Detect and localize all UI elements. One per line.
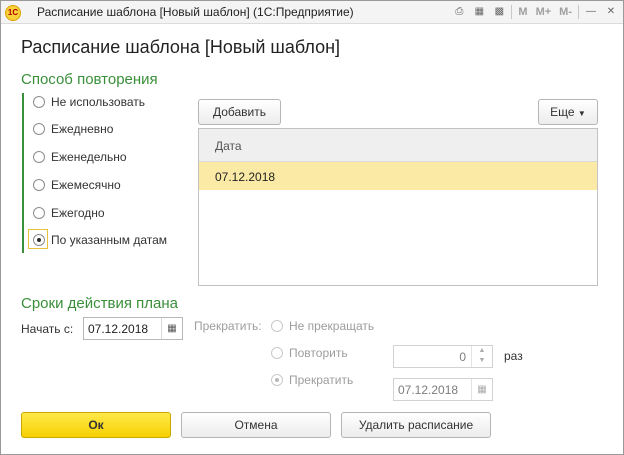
- cancel-button[interactable]: Отмена: [181, 412, 331, 438]
- calendar-icon[interactable]: ▩: [491, 4, 507, 20]
- start-date-value: 07.12.2018: [88, 322, 149, 336]
- calculator-icon[interactable]: ▦: [471, 4, 487, 20]
- radio-icon: [271, 320, 283, 332]
- calendar-icon[interactable]: ▦: [161, 318, 182, 339]
- toolbar-separator: [578, 5, 579, 19]
- radio-icon: [33, 151, 45, 163]
- repeat-option-specified-dates[interactable]: По указанным датам: [33, 233, 167, 247]
- radio-icon: [271, 347, 283, 359]
- radio-icon: [33, 96, 45, 108]
- dates-table[interactable]: Дата 07.12.2018: [198, 128, 598, 286]
- start-label: Начать с:: [21, 322, 74, 336]
- repeat-option-monthly[interactable]: Ежемесячно: [33, 178, 121, 192]
- add-date-button[interactable]: Добавить: [198, 99, 281, 125]
- radio-checked-icon: [271, 374, 283, 386]
- repeat-option-yearly[interactable]: Ежегодно: [33, 206, 105, 220]
- repeat-option-label: Ежедневно: [51, 122, 114, 136]
- repeat-option-label: Ежегодно: [51, 206, 105, 220]
- print-icon[interactable]: ⎙: [451, 4, 467, 20]
- more-button-label: Еще: [550, 105, 575, 119]
- repeat-option-label: По указанным датам: [51, 233, 168, 247]
- dialog-window: 1С Расписание шаблона [Новый шаблон] (1С…: [0, 0, 624, 455]
- stop-date-value: 07.12.2018: [398, 383, 459, 397]
- stepper-up-icon[interactable]: ▲: [472, 346, 492, 356]
- stop-label: Прекратить:: [194, 319, 262, 333]
- column-header-date[interactable]: Дата: [215, 139, 242, 153]
- stepper-down-icon[interactable]: ▼: [472, 356, 492, 366]
- repeat-count-value: 0: [459, 350, 466, 364]
- repeat-option-none[interactable]: Не использовать: [33, 95, 145, 109]
- stop-option-never[interactable]: Не прекращать: [271, 319, 374, 333]
- memory-button[interactable]: M: [516, 4, 529, 20]
- start-date-field[interactable]: 07.12.2018 ▦: [83, 317, 183, 340]
- stop-option-label: Повторить: [289, 346, 348, 360]
- repeat-option-daily[interactable]: Ежедневно: [33, 122, 113, 136]
- delete-schedule-button[interactable]: Удалить расписание: [341, 412, 491, 438]
- more-button[interactable]: Еще ▼: [538, 99, 598, 125]
- ok-button[interactable]: Ок: [21, 412, 171, 438]
- repeat-group-title: Способ повторения: [21, 71, 158, 88]
- close-icon[interactable]: ✕: [603, 4, 619, 20]
- repeat-option-label: Ежемесячно: [51, 178, 121, 192]
- memory-minus-button[interactable]: M-: [557, 4, 574, 20]
- window-title: Расписание шаблона [Новый шаблон] (1С:Пр…: [37, 5, 354, 19]
- repeat-count-field[interactable]: 0 ▲ ▼: [393, 345, 493, 368]
- stop-option-repeat[interactable]: Повторить: [271, 346, 348, 360]
- table-header: Дата: [199, 129, 597, 162]
- table-row[interactable]: 07.12.2018: [199, 162, 597, 190]
- repeat-unit-label: раз: [504, 349, 523, 363]
- repeat-count-stepper[interactable]: ▲ ▼: [471, 346, 492, 367]
- toolbar-separator: [511, 5, 513, 19]
- radio-icon: [33, 207, 45, 219]
- title-toolbar: ⎙ ▦ ▩ M M+ M- — ✕: [451, 3, 619, 21]
- repeat-option-weekly[interactable]: Еженедельно: [33, 150, 127, 164]
- memory-plus-button[interactable]: M+: [534, 4, 554, 20]
- minimize-icon[interactable]: —: [583, 4, 599, 20]
- repeat-option-label: Не использовать: [51, 95, 145, 109]
- repeat-option-label: Еженедельно: [51, 150, 127, 164]
- dropdown-arrow-icon: ▼: [577, 109, 586, 118]
- table-cell-date: 07.12.2018: [215, 170, 276, 184]
- radio-icon: [33, 179, 45, 191]
- stop-option-stop[interactable]: Прекратить: [271, 373, 353, 387]
- plan-group-title: Сроки действия плана: [21, 295, 178, 312]
- app-logo-icon: 1С: [5, 5, 21, 21]
- form-title: Расписание шаблона [Новый шаблон]: [21, 37, 341, 57]
- repeat-group-bar: [22, 93, 24, 253]
- radio-checked-icon: [33, 234, 45, 246]
- stop-option-label: Прекратить: [289, 373, 354, 387]
- stop-date-field[interactable]: 07.12.2018 ▦: [393, 378, 493, 401]
- stop-option-label: Не прекращать: [289, 319, 375, 333]
- radio-icon: [33, 123, 45, 135]
- title-bar: 1С Расписание шаблона [Новый шаблон] (1С…: [1, 1, 623, 24]
- calendar-icon[interactable]: ▦: [471, 379, 492, 400]
